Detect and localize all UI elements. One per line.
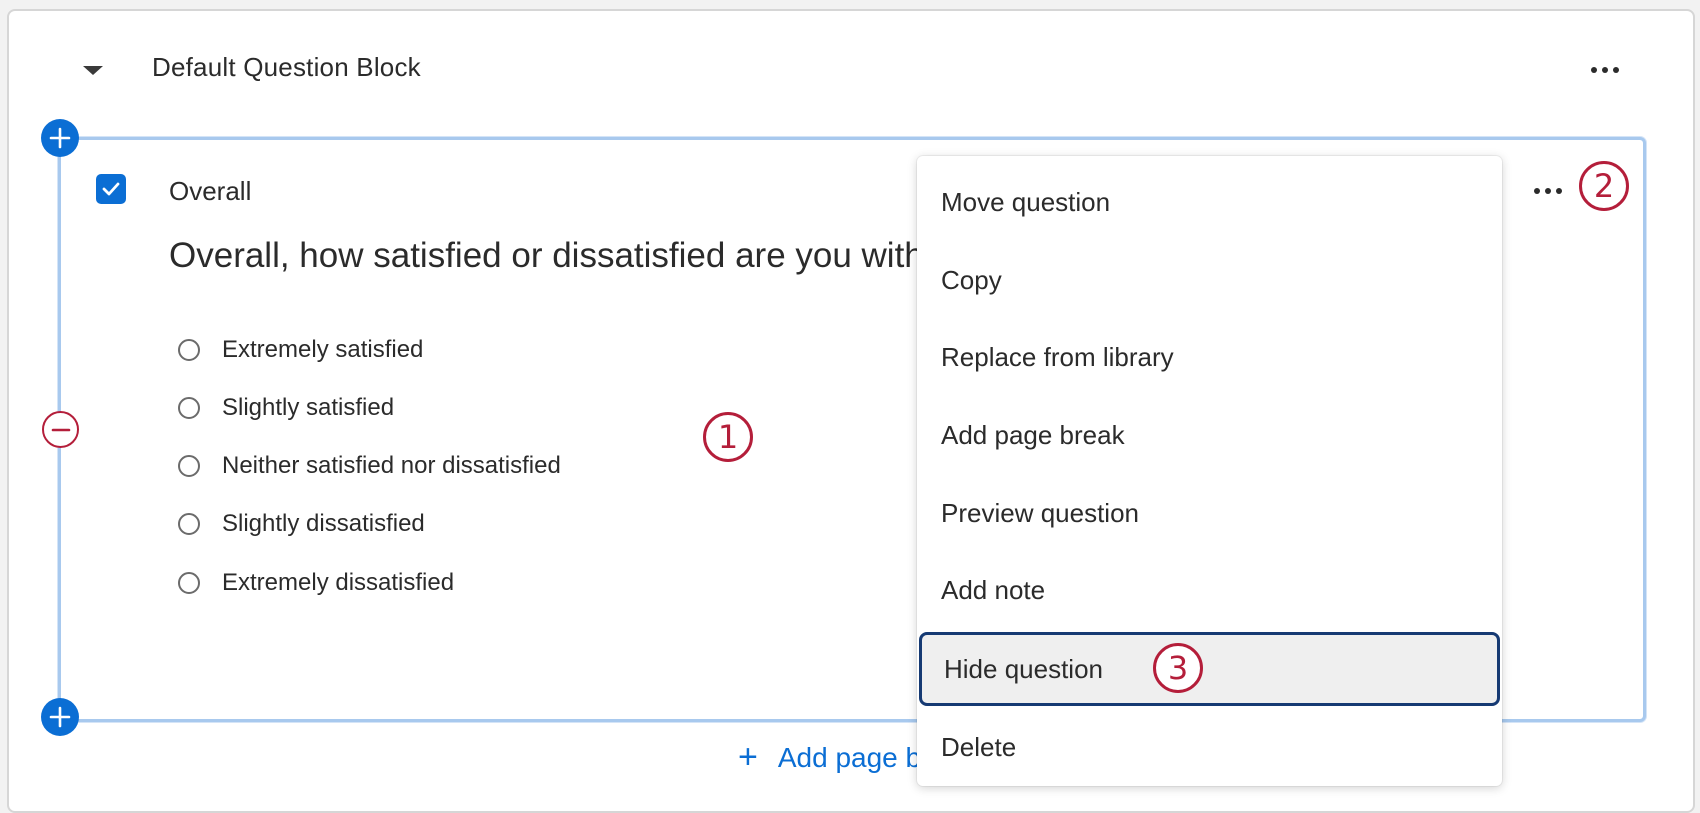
choice-label: Neither satisfied nor dissatisfied — [222, 452, 561, 479]
plus-icon — [49, 127, 71, 149]
add-question-below-button[interactable] — [41, 698, 79, 736]
menu-item-hide-question[interactable]: Hide question — [919, 632, 1500, 706]
collapse-block-caret-icon[interactable] — [83, 66, 103, 75]
radio-button[interactable] — [178, 339, 200, 361]
callout-badge-2: 2 — [1579, 161, 1629, 211]
radio-button[interactable] — [178, 572, 200, 594]
radio-button[interactable] — [178, 397, 200, 419]
menu-item-add-note[interactable]: Add note — [917, 560, 1502, 620]
choice-label: Slightly satisfied — [222, 394, 395, 421]
block-more-options-icon[interactable] — [1591, 67, 1619, 73]
menu-item-label: Hide question — [944, 653, 1103, 684]
choice-item[interactable]: Neither satisfied nor dissatisfied — [178, 452, 561, 480]
menu-item-delete[interactable]: Delete — [917, 717, 1502, 777]
plus-icon — [49, 706, 71, 728]
minus-icon — [51, 428, 70, 431]
choice-label: Extremely satisfied — [222, 336, 424, 363]
choice-item[interactable]: Slightly dissatisfied — [178, 510, 425, 538]
block-title: Default Question Block — [152, 52, 421, 82]
menu-item-replace-from-library[interactable]: Replace from library — [917, 327, 1502, 387]
question-label[interactable]: Overall — [169, 176, 251, 207]
question-context-menu: Move question Copy Replace from library … — [917, 156, 1502, 786]
checkmark-icon — [102, 182, 120, 196]
radio-button[interactable] — [178, 455, 200, 477]
menu-item-preview-question[interactable]: Preview question — [917, 483, 1502, 543]
choice-label: Extremely dissatisfied — [222, 569, 455, 596]
menu-item-copy[interactable]: Copy — [917, 250, 1502, 310]
radio-button[interactable] — [178, 513, 200, 535]
remove-question-button[interactable] — [42, 411, 79, 448]
choice-item[interactable]: Extremely dissatisfied — [178, 569, 454, 597]
plus-icon: + — [738, 738, 758, 776]
callout-badge-1: 1 — [703, 412, 753, 462]
menu-item-add-page-break[interactable]: Add page break — [917, 405, 1502, 465]
add-question-above-button[interactable] — [41, 119, 79, 157]
menu-item-move-question[interactable]: Move question — [917, 172, 1502, 232]
callout-badge-3: 3 — [1153, 643, 1203, 693]
question-select-checkbox[interactable] — [96, 174, 126, 204]
choice-item[interactable]: Slightly satisfied — [178, 394, 394, 422]
question-text[interactable]: Overall, how satisfied or dissatisfied a… — [169, 236, 924, 276]
choice-item[interactable]: Extremely satisfied — [178, 336, 423, 364]
question-more-options-icon[interactable] — [1534, 188, 1562, 194]
choice-label: Slightly dissatisfied — [222, 510, 425, 537]
